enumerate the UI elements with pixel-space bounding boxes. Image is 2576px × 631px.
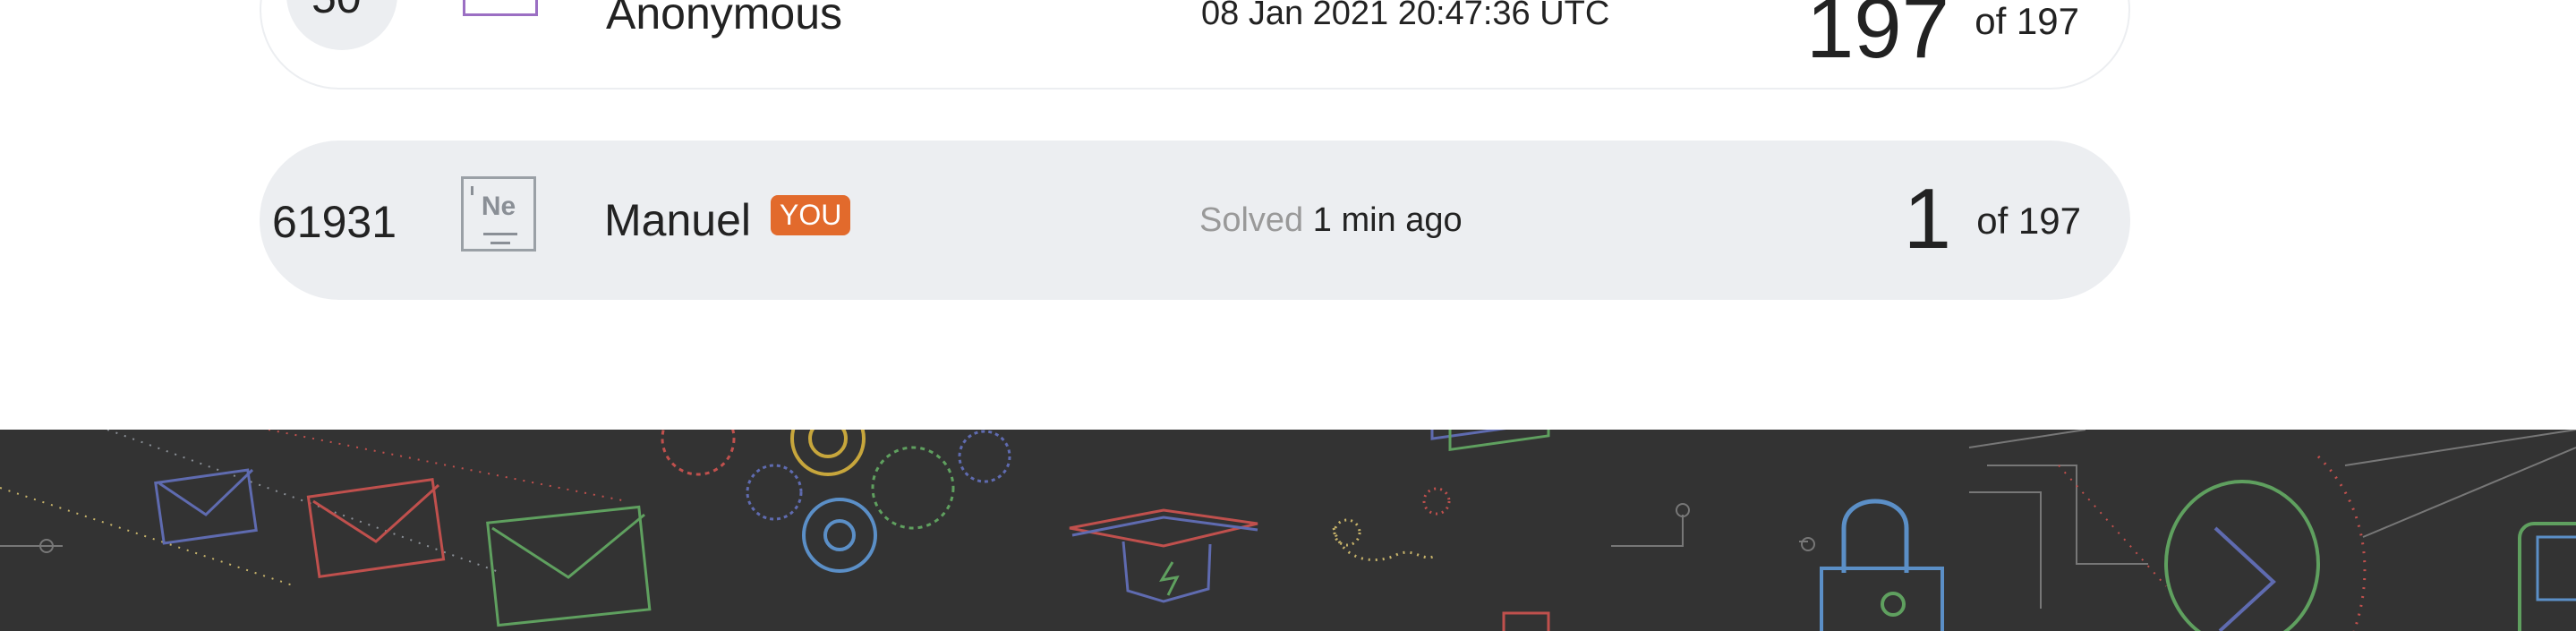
solved-label: Solved [1199, 201, 1304, 239]
you-badge: YOU [771, 195, 851, 235]
score: 197 [1805, 0, 1949, 76]
player-name: Manuel [604, 195, 751, 245]
leaderboard-row-current-user: 61931 Ne Manuel YOU Solved 1 min ago 1 o… [260, 141, 2130, 300]
score-total: of 197 [1975, 0, 2079, 42]
books-icon [1430, 430, 1550, 631]
rank-number: 50 [311, 0, 362, 23]
footer-doodles [0, 430, 2576, 631]
graduation-cap-icon [1069, 508, 1258, 603]
element-symbol: Ne [481, 192, 516, 221]
envelope-icon [486, 505, 652, 627]
solved-time-value: 1 min ago [1312, 201, 1463, 239]
element-icon: Ne [461, 176, 536, 252]
score-total: of 197 [1976, 200, 2081, 242]
envelope-icon [306, 478, 446, 578]
play-icon [2164, 455, 2367, 631]
rank-badge: 50 [286, 0, 397, 50]
solved-time: Solved 1 min ago [1199, 201, 1463, 240]
footer-illustration [0, 430, 2576, 631]
gear-icon [661, 430, 1011, 573]
score: 1 [1903, 171, 1951, 267]
player-name: Anonymous [606, 0, 843, 38]
solved-date: 08 Jan 2021 20:47:36 UTC [1201, 0, 1610, 32]
rank-number: 61931 [272, 197, 397, 247]
envelope-icon [154, 468, 258, 545]
element-icon: Ex [463, 0, 538, 16]
leaderboard-row: 50 Ex Anonymous 08 Jan 2021 20:47:36 UTC… [260, 0, 2130, 90]
padlock-icon [1820, 499, 1944, 631]
